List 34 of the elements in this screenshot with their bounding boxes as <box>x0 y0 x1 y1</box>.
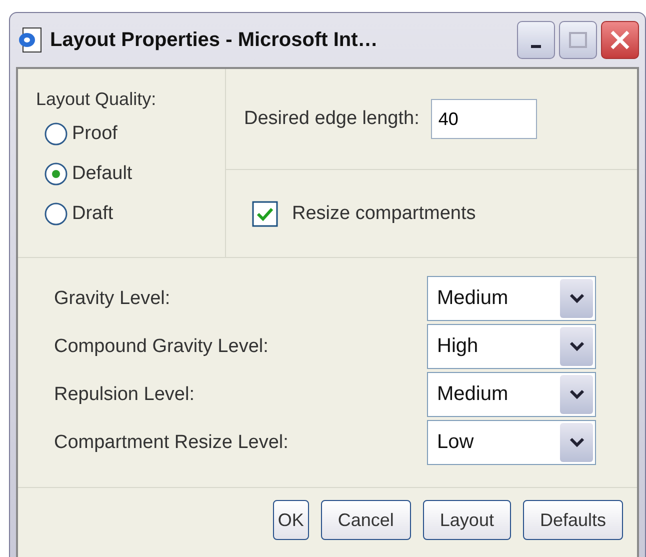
dialog-button[interactable]: Layout <box>422 500 511 540</box>
field-label: Compound Gravity Level: <box>54 336 268 358</box>
dropdown[interactable]: Low <box>427 420 596 465</box>
chevron-down-icon <box>568 436 584 448</box>
radio-label: Default <box>72 163 132 185</box>
field-label: Repulsion Level: <box>54 384 194 406</box>
checkbox[interactable] <box>252 200 278 226</box>
field-label: Desired edge length: <box>244 108 420 130</box>
dropdown[interactable]: High <box>427 324 596 369</box>
radio-button[interactable] <box>44 162 68 186</box>
chevron-down-icon <box>568 292 584 304</box>
dialog-button[interactable]: Defaults <box>522 500 623 540</box>
minimize-button[interactable] <box>517 21 555 59</box>
minimize-icon <box>531 44 541 48</box>
radio-label: Draft <box>72 203 114 225</box>
radio-label: Proof <box>72 123 118 145</box>
input-field[interactable]: 40 <box>431 99 538 139</box>
chevron-down-icon <box>568 388 584 400</box>
dialog-button[interactable]: Cancel <box>320 500 411 540</box>
window-title: Layout Properties - Microsoft Int… <box>50 28 379 52</box>
close-icon <box>609 29 631 51</box>
checkbox-label: Resize compartments <box>292 202 476 224</box>
maximize-icon <box>568 30 588 50</box>
dropdown[interactable]: Medium <box>427 372 596 417</box>
chevron-down-icon <box>568 340 584 352</box>
dropdown[interactable]: Medium <box>427 276 596 321</box>
field-label: Gravity Level: <box>54 288 170 310</box>
group-label: Layout Quality: <box>36 89 158 110</box>
radio-button[interactable] <box>44 122 68 146</box>
radio-button[interactable] <box>44 202 68 226</box>
close-button[interactable] <box>601 21 639 59</box>
dialog-button[interactable]: OK <box>272 500 309 540</box>
field-label: Compartment Resize Level: <box>54 432 288 454</box>
browser-icon <box>16 26 44 54</box>
